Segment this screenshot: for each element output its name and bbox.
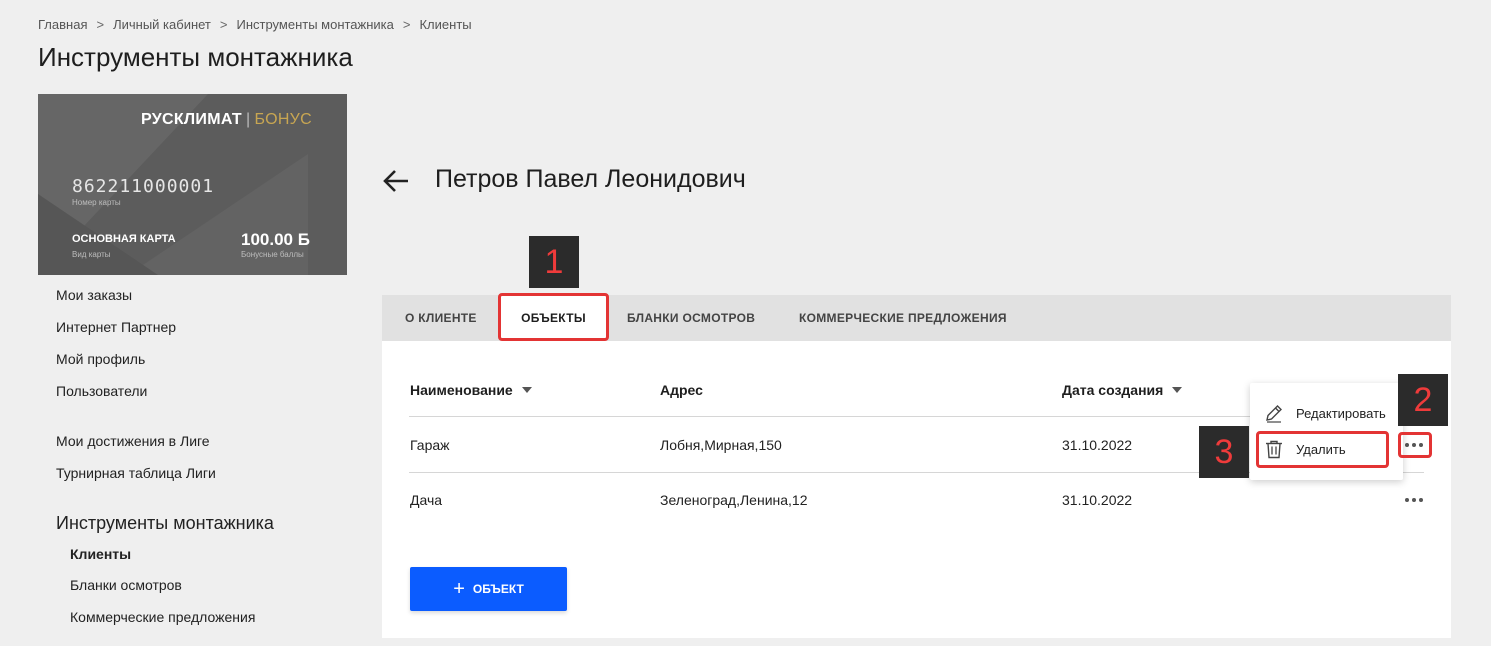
- tab-inspection-forms[interactable]: БЛАНКИ ОСМОТРОВ: [627, 295, 755, 341]
- add-object-label: ОБЪЕКТ: [472, 582, 524, 596]
- page-title: Инструменты монтажника: [38, 42, 353, 72]
- card-points-label: Бонусные баллы: [241, 250, 304, 259]
- row-name: Дача: [410, 492, 443, 508]
- column-header-address: Адрес: [660, 382, 703, 398]
- annotation-badge-3: 3: [1199, 426, 1249, 478]
- column-header-name-label: Наименование: [410, 382, 513, 398]
- card-brand: РУСКЛИМАТ | БОНУС: [141, 111, 312, 129]
- card-number: 862211000001: [72, 176, 215, 197]
- plus-icon: +: [453, 578, 465, 600]
- sort-caret-icon[interactable]: [521, 387, 532, 393]
- sidebar-item-partner[interactable]: Интернет Партнер: [56, 319, 176, 335]
- sidebar-section-title: Инструменты монтажника: [56, 513, 274, 533]
- sidebar-item-proposals[interactable]: Коммерческие предложения: [70, 609, 255, 625]
- row-address: Лобня,Мирная,150: [660, 437, 782, 453]
- menu-item-edit[interactable]: Редактировать: [1250, 395, 1403, 431]
- column-header-date[interactable]: Дата создания: [1062, 382, 1183, 398]
- breadcrumb: Главная > Личный кабинет > Инструменты м…: [38, 17, 472, 32]
- row-address: Зеленоград,Ленина,12: [660, 492, 808, 508]
- row-name: Гараж: [410, 437, 450, 453]
- client-name: Петров Павел Леонидович: [435, 165, 746, 193]
- sidebar-item-league-table[interactable]: Турнирная таблица Лиги: [56, 465, 216, 481]
- breadcrumb-clients[interactable]: Клиенты: [419, 17, 471, 32]
- breadcrumb-separator: >: [219, 17, 228, 32]
- column-header-name[interactable]: Наименование: [410, 382, 532, 398]
- highlight-objects-tab: [498, 293, 609, 341]
- card-number-label: Номер карты: [72, 198, 121, 207]
- sidebar-item-inspection-forms[interactable]: Бланки осмотров: [70, 577, 182, 593]
- row-date: 31.10.2022: [1062, 437, 1133, 453]
- card-brand-bonus: БОНУС: [254, 111, 312, 128]
- annotation-badge-1: 1: [529, 236, 579, 288]
- sidebar-item-profile[interactable]: Мой профиль: [56, 351, 145, 367]
- card-points: 100.00 Б: [241, 230, 310, 249]
- card-brand-name: РУСКЛИМАТ: [140, 111, 242, 128]
- annotation-badge-2: 2: [1398, 374, 1448, 426]
- back-arrow-icon[interactable]: [382, 167, 410, 195]
- pencil-icon: [1266, 405, 1282, 423]
- sidebar-item-users[interactable]: Пользователи: [56, 383, 147, 399]
- row-more-icon[interactable]: [1402, 491, 1426, 509]
- sort-caret-icon[interactable]: [1172, 387, 1183, 393]
- tab-about-client[interactable]: О КЛИЕНТЕ: [392, 295, 490, 341]
- sidebar-item-clients[interactable]: Клиенты: [70, 546, 131, 562]
- highlight-delete-item: [1256, 431, 1389, 468]
- card-brand-separator: |: [245, 111, 251, 128]
- tab-commercial-proposals[interactable]: КОММЕРЧЕСКИЕ ПРЕДЛОЖЕНИЯ: [799, 295, 1007, 341]
- breadcrumb-separator: >: [96, 17, 105, 32]
- highlight-more-button: [1398, 432, 1432, 458]
- menu-item-edit-label: Редактировать: [1296, 405, 1386, 421]
- column-header-date-label: Дата создания: [1062, 382, 1164, 398]
- column-header-address-label: Адрес: [660, 382, 703, 398]
- breadcrumb-separator: >: [402, 17, 411, 32]
- add-object-button[interactable]: + ОБЪЕКТ: [410, 567, 567, 611]
- card-type: ОСНОВНАЯ КАРТА: [72, 233, 176, 245]
- sidebar-item-orders[interactable]: Мои заказы: [56, 287, 132, 303]
- sidebar-item-achievements[interactable]: Мои достижения в Лиге: [56, 433, 210, 449]
- breadcrumb-home[interactable]: Главная: [38, 17, 87, 32]
- breadcrumb-tools[interactable]: Инструменты монтажника: [236, 17, 393, 32]
- breadcrumb-account[interactable]: Личный кабинет: [113, 17, 211, 32]
- row-date: 31.10.2022: [1062, 492, 1133, 508]
- card-type-label: Вид карты: [72, 250, 111, 259]
- bonus-card: РУСКЛИМАТ | БОНУС 862211000001 Номер карты…: [38, 94, 347, 275]
